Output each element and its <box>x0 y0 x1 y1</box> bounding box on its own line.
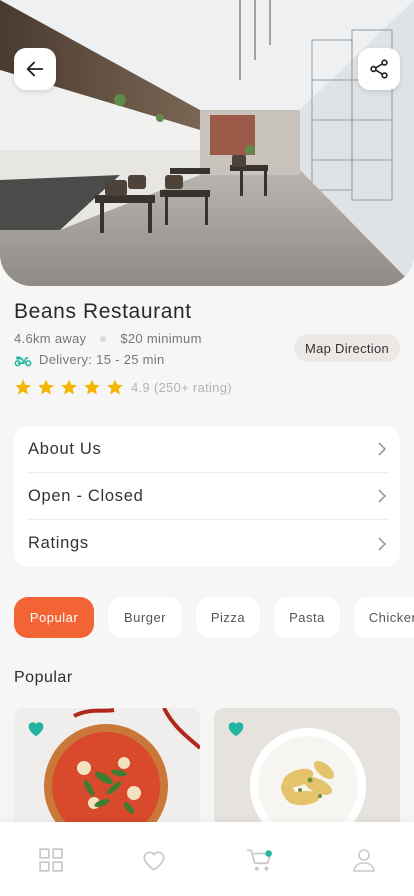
heart-filled-icon[interactable] <box>26 719 46 737</box>
open-closed-row[interactable]: Open - Closed <box>28 473 388 520</box>
share-button[interactable] <box>358 48 400 90</box>
chip-pasta[interactable]: Pasta <box>274 597 340 638</box>
chevron-right-icon <box>378 489 387 503</box>
user-icon <box>353 849 375 872</box>
about-us-row[interactable]: About Us <box>28 426 388 473</box>
star-icon <box>84 379 100 395</box>
category-chips: Popular Burger Pizza Pasta Chicken <box>14 597 414 639</box>
rating-row: 4.9 (250+ rating) <box>14 378 232 396</box>
bottom-tab-bar <box>0 822 414 896</box>
cart-icon <box>247 849 272 871</box>
food-card-pasta[interactable] <box>214 708 400 828</box>
separator-dot <box>100 335 107 342</box>
restaurant-name: Beans Restaurant <box>14 300 192 323</box>
rating-text: 4.9 (250+ rating) <box>131 379 232 395</box>
open-closed-label: Open - Closed <box>28 486 144 505</box>
about-us-label: About Us <box>28 439 102 458</box>
heart-icon <box>143 851 165 871</box>
heart-filled-icon[interactable] <box>226 719 246 737</box>
chevron-right-icon <box>378 442 387 456</box>
star-icon <box>38 379 54 395</box>
restaurant-interior-photo <box>0 0 414 286</box>
star-icon <box>107 379 123 395</box>
info-card: About Us Open - Closed Ratings <box>14 426 400 567</box>
back-button[interactable] <box>14 48 56 90</box>
delivery-info: Delivery: 15 - 25 min <box>14 352 165 367</box>
restaurant-hero-image <box>0 0 414 286</box>
delivery-time-text: Delivery: 15 - 25 min <box>39 352 165 367</box>
ratings-label: Ratings <box>28 534 89 552</box>
map-direction-button[interactable]: Map Direction <box>294 334 400 362</box>
star-icon <box>61 379 77 395</box>
arrow-left-icon <box>26 61 44 77</box>
chevron-right-icon <box>378 536 387 551</box>
food-card-pizza[interactable] <box>14 708 200 828</box>
restaurant-meta: 4.6km away $20 minimum <box>14 331 202 346</box>
share-icon <box>370 59 388 79</box>
chip-popular[interactable]: Popular <box>14 597 94 638</box>
tab-favorites[interactable] <box>140 846 168 874</box>
ratings-row[interactable]: Ratings <box>28 520 388 567</box>
minimum-order-text: $20 minimum <box>120 331 202 346</box>
grid-icon <box>39 848 63 872</box>
scooter-icon <box>14 356 32 367</box>
chip-pizza[interactable]: Pizza <box>196 597 260 638</box>
chip-chicken[interactable]: Chicken <box>354 597 414 638</box>
distance-text: 4.6km away <box>14 331 87 346</box>
tab-profile[interactable] <box>350 846 378 874</box>
chip-burger[interactable]: Burger <box>108 597 182 638</box>
star-icon <box>15 379 31 395</box>
section-title-popular: Popular <box>14 669 73 686</box>
tab-cart[interactable] <box>246 846 274 874</box>
tab-home[interactable] <box>37 846 65 874</box>
